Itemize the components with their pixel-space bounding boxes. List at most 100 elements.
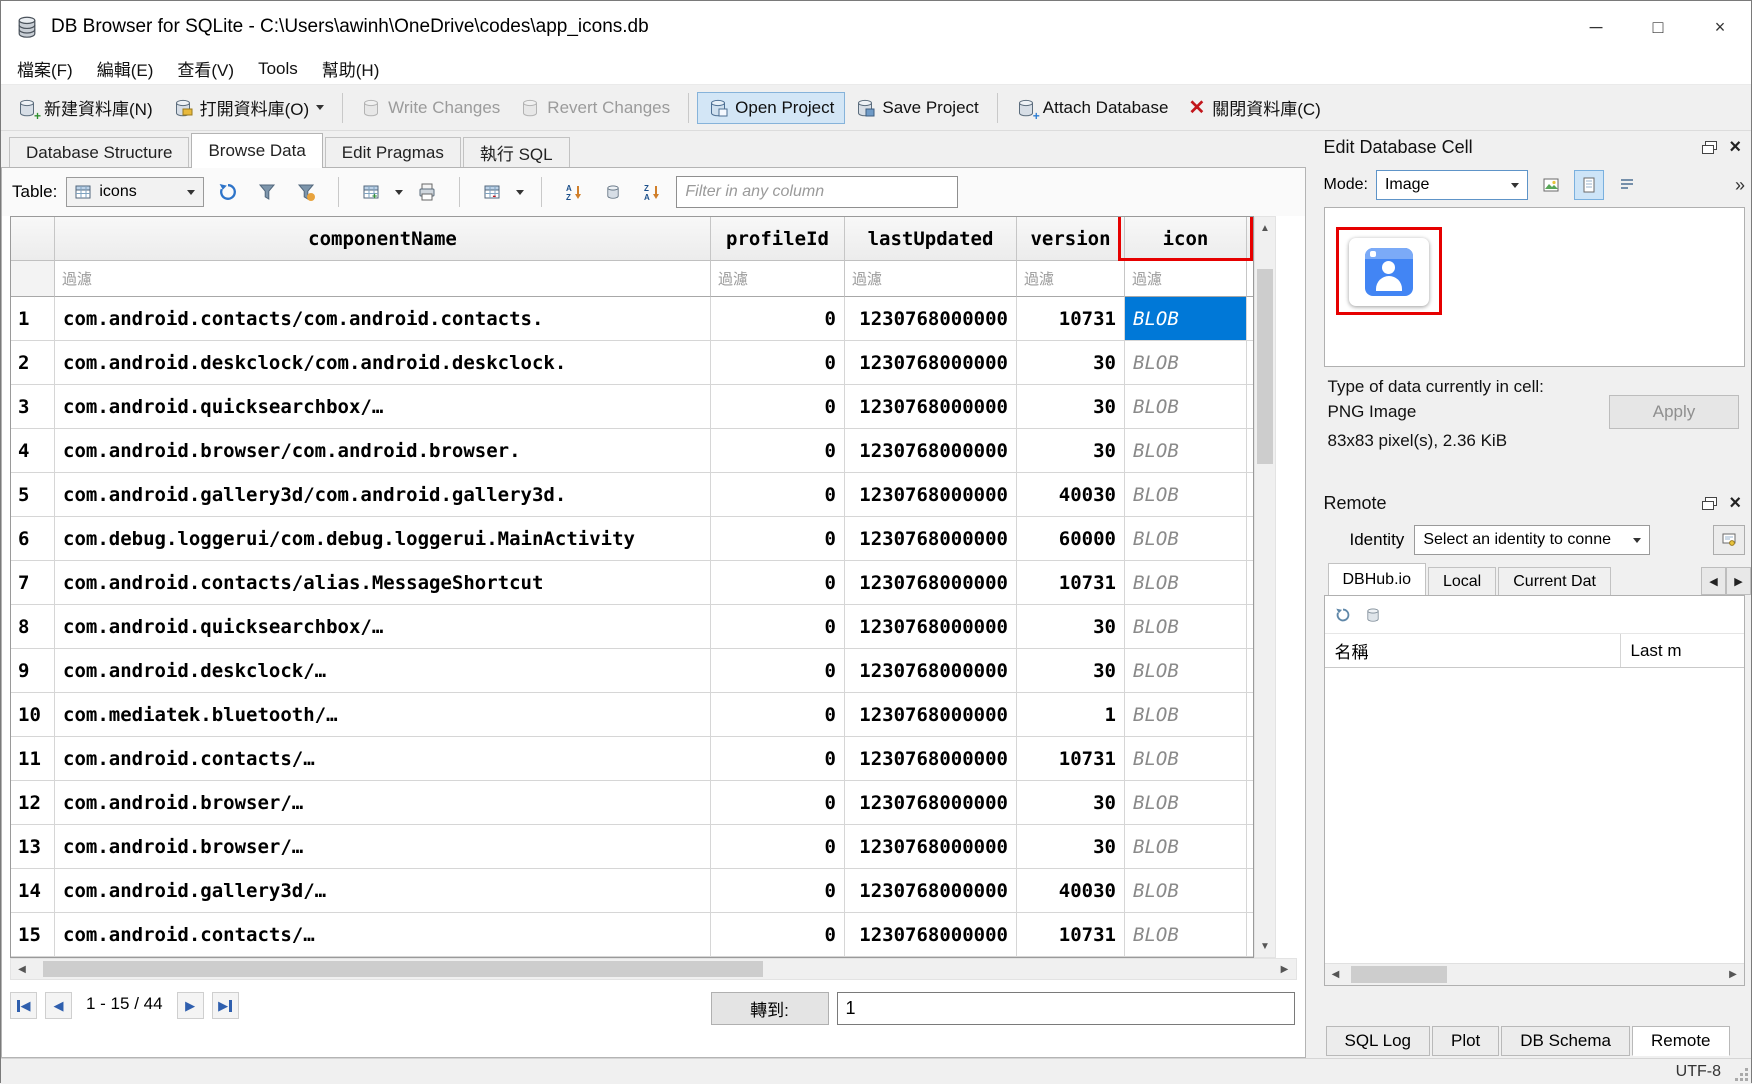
remote-hscroll-track[interactable] [1347,964,1723,985]
row-number-cell[interactable]: 11 [11,737,55,781]
row-number-cell[interactable]: 9 [11,649,55,693]
cell-partial[interactable] [1247,605,1254,649]
row-number-cell[interactable]: 13 [11,825,55,869]
hscroll-track[interactable] [33,959,1274,979]
document-view-button[interactable] [1574,170,1604,200]
cell-icon[interactable]: BLOB [1125,561,1247,605]
cell-lastUpdated[interactable]: 1230768000000 [845,649,1017,693]
scroll-right-icon[interactable]: ▶ [1274,958,1296,980]
table-select[interactable]: icons [66,177,204,207]
refresh-button[interactable] [213,177,243,207]
cell-icon[interactable]: BLOB [1125,385,1247,429]
panel-overflow-chevron-icon[interactable]: » [1735,175,1745,196]
dock-tab[interactable]: Plot [1432,1026,1499,1056]
cell-lastUpdated[interactable]: 1230768000000 [845,297,1017,341]
cell-profileId[interactable]: 0 [711,429,845,473]
table-row[interactable]: 15 com.android.contacts/… 0 123076800000… [11,913,1253,957]
save-project-button[interactable]: Save Project [845,93,988,123]
table-row[interactable]: 2 com.android.deskclock/com.android.desk… [11,341,1253,385]
close-database-button[interactable]: ✕ 關閉資料庫(C) [1178,90,1330,125]
cell-lastUpdated[interactable]: 1230768000000 [845,561,1017,605]
dock-tab[interactable]: SQL Log [1326,1026,1430,1056]
cell-componentName[interactable]: com.android.browser/com.android.browser. [55,429,711,473]
cell-lastUpdated[interactable]: 1230768000000 [845,781,1017,825]
cell-partial[interactable] [1247,473,1254,517]
cell-componentName[interactable]: com.android.contacts/… [55,913,711,957]
resize-grip[interactable] [1736,1069,1748,1081]
cell-version[interactable]: 10731 [1017,561,1125,605]
open-database-dropdown-icon[interactable] [316,105,324,110]
cell-lastUpdated[interactable]: 1230768000000 [845,913,1017,957]
identity-settings-button[interactable] [1713,525,1745,555]
cell-profileId[interactable]: 0 [711,297,845,341]
cell-icon[interactable]: BLOB [1125,825,1247,869]
main-tab[interactable]: 執行 SQL [463,137,570,167]
cell-lastUpdated[interactable]: 1230768000000 [845,737,1017,781]
table-row[interactable]: 6 com.debug.loggerui/com.debug.loggerui.… [11,517,1253,561]
menu-item[interactable]: Tools [246,55,310,83]
remote-hscroll-thumb[interactable] [1351,966,1447,983]
table-row[interactable]: 5 com.android.gallery3d/com.android.gall… [11,473,1253,517]
row-number-cell[interactable]: 4 [11,429,55,473]
cell-lastUpdated[interactable]: 1230768000000 [845,341,1017,385]
prev-page-button[interactable]: ◀ [45,992,72,1019]
cell-componentName[interactable]: com.android.deskclock/… [55,649,711,693]
last-page-button[interactable]: ▶ [212,992,239,1019]
cell-version[interactable]: 10731 [1017,297,1125,341]
row-number-cell[interactable]: 3 [11,385,55,429]
print-button[interactable] [412,177,442,207]
cell-componentName[interactable]: com.android.contacts/com.android.contact… [55,297,711,341]
clear-filters-button[interactable] [252,177,282,207]
table-row[interactable]: 4 com.android.browser/com.android.browse… [11,429,1253,473]
word-wrap-button[interactable] [1612,170,1642,200]
new-database-button[interactable]: + 新建資料庫(N) [7,90,163,125]
delete-record-button[interactable]: - [477,177,507,207]
cell-icon[interactable]: BLOB [1125,473,1247,517]
cell-partial[interactable] [1247,825,1254,869]
tab-scroll-right-icon[interactable]: ▶ [1726,567,1751,595]
cell-lastUpdated[interactable]: 1230768000000 [845,605,1017,649]
filter-lastUpdated[interactable]: 過濾 [845,261,1017,297]
main-tab[interactable]: Browse Data [191,133,322,168]
filter-profileId[interactable]: 過濾 [711,261,845,297]
delete-record-dropdown-icon[interactable] [516,190,524,195]
main-tab[interactable]: Edit Pragmas [325,137,461,167]
hscroll-thumb[interactable] [43,961,763,977]
menu-item[interactable]: 查看(V) [165,52,246,85]
cell-componentName[interactable]: com.android.quicksearchbox/… [55,605,711,649]
grid-horizontal-scrollbar[interactable]: ◀ ▶ [10,958,1297,980]
vscroll-track[interactable] [1255,239,1275,935]
cell-icon[interactable]: BLOB [1125,429,1247,473]
cell-profileId[interactable]: 0 [711,473,845,517]
cell-version[interactable]: 40030 [1017,869,1125,913]
dock-tab[interactable]: DB Schema [1501,1026,1630,1056]
cell-partial[interactable] [1247,869,1254,913]
cell-partial[interactable] [1247,693,1254,737]
mode-select[interactable]: Image [1376,170,1528,200]
cell-profileId[interactable]: 0 [711,385,845,429]
cell-profileId[interactable]: 0 [711,517,845,561]
scroll-right-icon[interactable]: ▶ [1722,964,1744,986]
import-data-button[interactable] [1536,170,1566,200]
cell-componentName[interactable]: com.android.browser/… [55,781,711,825]
cell-icon[interactable]: BLOB [1125,649,1247,693]
cell-profileId[interactable]: 0 [711,605,845,649]
cell-version[interactable]: 30 [1017,429,1125,473]
column-header-icon[interactable]: icon [1125,217,1247,261]
float-panel-icon[interactable] [1702,497,1717,510]
scroll-left-icon[interactable]: ◀ [1325,964,1347,986]
cell-version[interactable]: 30 [1017,605,1125,649]
cell-version[interactable]: 60000 [1017,517,1125,561]
table-row[interactable]: 10 com.mediatek.bluetooth/… 0 1230768000… [11,693,1253,737]
column-header-version[interactable]: version [1017,217,1125,261]
cell-icon[interactable]: BLOB [1125,605,1247,649]
cell-version[interactable]: 10731 [1017,737,1125,781]
row-number-cell[interactable]: 12 [11,781,55,825]
cell-profileId[interactable]: 0 [711,913,845,957]
minimize-button[interactable]: ─ [1565,1,1627,53]
apply-button[interactable]: Apply [1609,395,1739,429]
row-number-cell[interactable]: 14 [11,869,55,913]
sort-asc-button[interactable]: AZ [559,177,589,207]
row-number-cell[interactable]: 8 [11,605,55,649]
row-number-cell[interactable]: 10 [11,693,55,737]
